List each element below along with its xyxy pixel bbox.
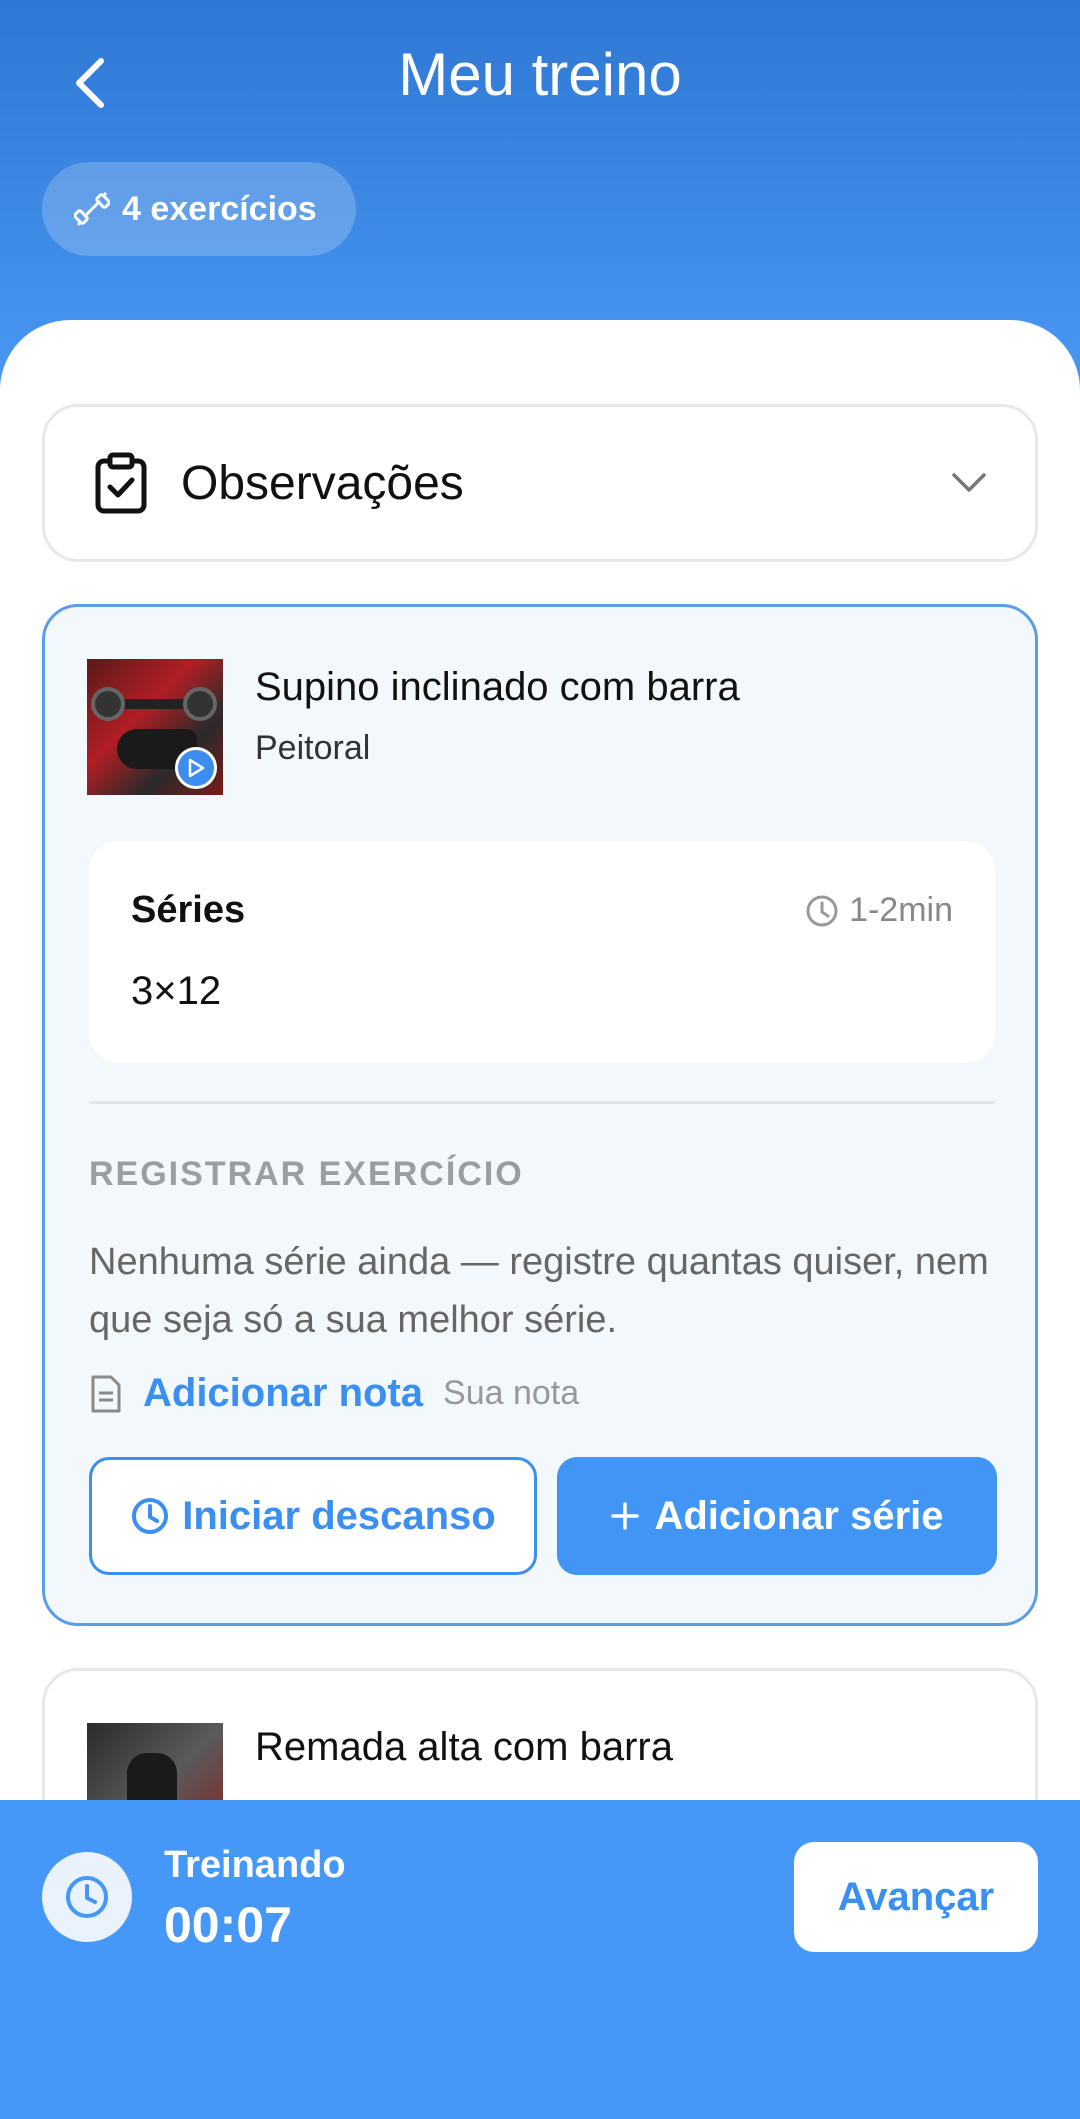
- exercise-card: Supino inclinado com barra Peitoral Séri…: [42, 604, 1038, 1626]
- clock-icon: [132, 1498, 169, 1534]
- exercise-name: Remada alta com barra: [255, 1725, 673, 1769]
- chevron-down-icon: [952, 473, 986, 492]
- rest-time: 1-2min: [805, 891, 953, 930]
- advance-button[interactable]: Avançar: [794, 1842, 1038, 1952]
- series-label: Séries: [131, 889, 246, 931]
- observations-card[interactable]: Observações: [42, 404, 1038, 562]
- dumbbell-icon: [74, 191, 110, 227]
- observations-label: Observações: [181, 456, 464, 510]
- note-placeholder[interactable]: Sua nota: [443, 1374, 579, 1413]
- timer-indicator: [42, 1852, 132, 1942]
- exercise-name: Supino inclinado com barra: [255, 665, 740, 709]
- register-heading: REGISTRAR EXERCÍCIO: [89, 1155, 524, 1193]
- divider: [89, 1101, 995, 1104]
- add-series-label: Adicionar série: [654, 1493, 944, 1538]
- rest-time-label: 1-2min: [849, 891, 953, 929]
- page-title: Meu treino: [398, 41, 682, 108]
- document-icon: [91, 1375, 121, 1412]
- clock-icon: [806, 895, 838, 926]
- clipboard-check-icon: [95, 452, 147, 514]
- series-value: 3×12: [131, 969, 222, 1013]
- empty-series-hint: Nenhuma série ainda — registre quantas q…: [89, 1241, 989, 1341]
- play-icon[interactable]: [175, 747, 217, 789]
- add-note-row[interactable]: Adicionar nota Sua nota: [89, 1371, 579, 1416]
- clock-icon: [66, 1876, 108, 1918]
- start-rest-label: Iniciar descanso: [182, 1493, 496, 1538]
- exercise-muscle: Peitoral: [255, 729, 371, 767]
- workout-status: Treinando: [164, 1844, 346, 1886]
- exercise-count-badge: 4 exercícios: [42, 162, 356, 256]
- elapsed-time: 00:07: [164, 1897, 292, 1953]
- exercise-thumbnail[interactable]: [87, 659, 223, 795]
- plus-icon: [611, 1502, 640, 1530]
- series-box: Séries 1-2min 3×12: [89, 841, 995, 1063]
- add-series-button[interactable]: Adicionar série: [557, 1457, 997, 1575]
- start-rest-button[interactable]: Iniciar descanso: [89, 1457, 537, 1575]
- workout-footer: Treinando 00:07 Avançar: [0, 1800, 1080, 2119]
- add-note-link[interactable]: Adicionar nota: [143, 1371, 423, 1416]
- exercise-count-label: 4 exercícios: [122, 189, 317, 228]
